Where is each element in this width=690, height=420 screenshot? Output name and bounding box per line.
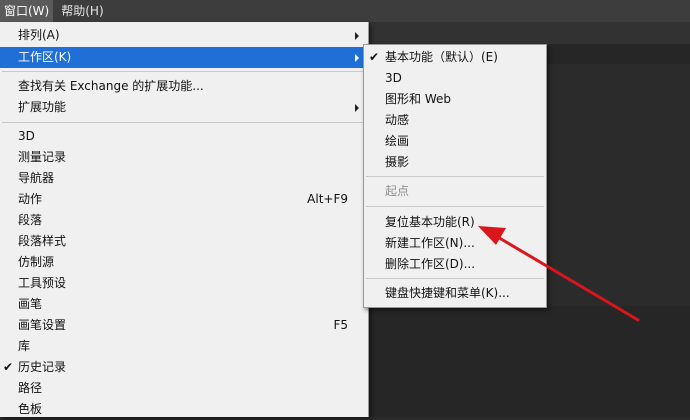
annotation-arrow-icon xyxy=(478,226,640,322)
